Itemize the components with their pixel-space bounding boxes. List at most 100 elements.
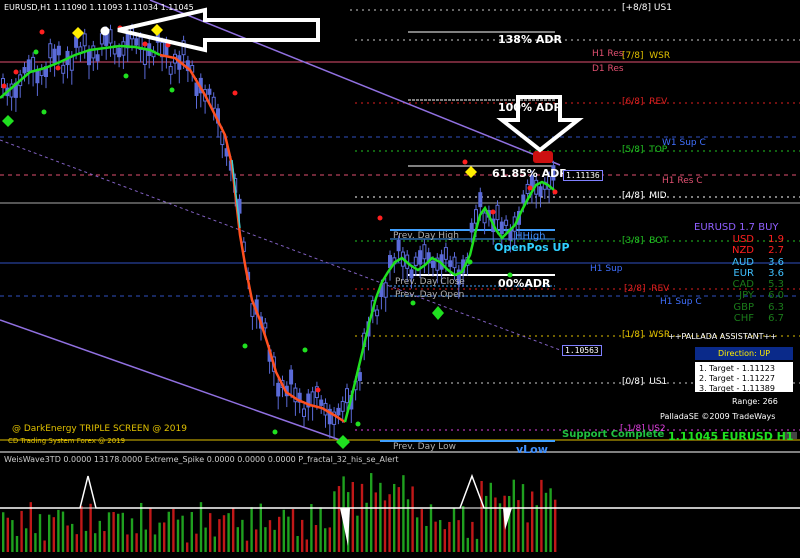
candle-body	[99, 33, 104, 45]
candle-body	[504, 219, 509, 226]
histogram-bar	[475, 538, 479, 552]
histogram-bar	[144, 529, 147, 552]
candle-body	[375, 309, 380, 317]
fractal-down-dot	[41, 109, 47, 115]
pallada-title: EURUSD 1.7 BUY	[694, 222, 779, 233]
target-item: 1. Target - 1.11123	[699, 364, 775, 373]
histogram-bar	[480, 481, 483, 552]
d1-res-label: D1 Res	[592, 64, 624, 74]
currency-name: JPY	[739, 290, 754, 302]
target-item: 2. Target - 1.11227	[699, 374, 775, 383]
candle-body	[499, 221, 504, 235]
histogram-bar	[360, 483, 364, 552]
histogram-bar	[209, 513, 212, 552]
histogram-bar	[121, 512, 124, 552]
histogram-bar	[328, 527, 331, 552]
ma-line-green-2	[343, 180, 555, 423]
histogram-bar	[402, 475, 405, 552]
candle-body	[134, 38, 139, 46]
histogram-bar	[186, 542, 189, 552]
ohlc-values: 1.11090 1.11093 1.11034 1.11045	[53, 3, 194, 12]
prev-day-open-label: Prev. Day Open	[395, 290, 465, 300]
candle-body	[443, 247, 448, 260]
candle-body	[448, 260, 453, 267]
histogram-bar	[20, 510, 23, 552]
histogram-bar	[457, 520, 460, 552]
murrey-lines	[0, 9, 800, 441]
pallada-assistant: ++PALLADA ASSISTANT++	[668, 332, 777, 341]
candle-body	[289, 369, 294, 385]
price-symbol-big: 1.11045 EURUSD H1	[668, 430, 794, 443]
histogram-bar	[15, 535, 19, 552]
candle-body	[263, 322, 268, 329]
histogram-bar	[80, 505, 83, 552]
fractal-up-dot	[527, 185, 533, 191]
candle-body	[474, 209, 478, 224]
candle-body	[357, 372, 362, 381]
targets-list: 1. Target - 1.11123 2. Target - 1.11227 3.…	[695, 362, 793, 396]
histogram-bar	[291, 509, 295, 552]
histogram-bar	[406, 499, 410, 552]
histogram-bar	[190, 512, 193, 552]
range-label: Range: 266	[732, 397, 778, 406]
histogram-bar	[43, 540, 46, 552]
currency-row: JPY 6.0	[718, 290, 784, 301]
histogram-bar	[2, 512, 5, 552]
currency-value: 6.7	[768, 313, 784, 325]
dark-energy-label: @ DarkEnergy TRIPLE SCREEN @ 2019	[12, 424, 187, 434]
candle-body	[310, 391, 315, 407]
targets-box: 1. Target - 1.11123 2. Target - 1.11227 3.…	[695, 362, 793, 393]
prev-day-close-label: Prev. Day Close	[395, 277, 465, 287]
candle-body	[469, 222, 474, 233]
histogram-bar	[255, 529, 258, 552]
histogram-bar	[512, 479, 515, 552]
candle-body	[87, 49, 91, 66]
histogram-bar	[420, 509, 423, 552]
histogram-bar	[204, 527, 207, 552]
histogram-bar	[319, 507, 322, 552]
histogram-bar	[89, 503, 92, 552]
histogram-bar	[508, 495, 511, 552]
candle-body	[142, 49, 147, 65]
candle-body	[56, 45, 61, 56]
murrey-level-label: [2/8] REV	[624, 284, 670, 294]
candle-body	[452, 256, 457, 269]
histogram-bar	[531, 491, 534, 552]
ma-line-orange	[159, 53, 346, 424]
murrey-level-label: [1/8] WSR	[622, 330, 671, 340]
candle-body	[302, 408, 306, 417]
histogram-bar	[6, 517, 9, 552]
histogram-bar	[66, 525, 69, 552]
fractal-up-dot	[1, 83, 7, 89]
histogram-bar	[278, 516, 281, 552]
histogram-bar	[324, 528, 327, 552]
histogram-bar	[98, 520, 101, 552]
candle-body	[52, 48, 57, 64]
histogram-bar	[163, 522, 166, 552]
candle-body	[478, 192, 483, 208]
histogram-bar	[489, 482, 492, 552]
currency-name: AUD	[732, 256, 754, 268]
candle-body	[207, 88, 212, 95]
histogram-bar	[540, 479, 543, 552]
histogram-bar	[301, 519, 304, 552]
candle-body	[413, 256, 418, 266]
histogram-bar	[356, 515, 359, 552]
candle-body	[91, 45, 96, 59]
histogram-bar	[52, 517, 55, 552]
histogram-bar	[38, 514, 42, 552]
w1-sup-label: W1 Sup C	[662, 138, 706, 148]
copyright-label: PalladaSE ©2009 TradeWays	[660, 412, 776, 421]
fractal-down-dot	[355, 421, 361, 427]
murrey-level-label: [6/8] REV	[622, 97, 668, 107]
prev-day-low-label: Prev. Day Low	[393, 442, 457, 452]
histogram-bar	[305, 539, 308, 552]
h1-sup-c-label: H1 Sup C	[660, 297, 702, 307]
histogram-bar	[140, 502, 143, 552]
h1-sup-label: H1 Sup	[590, 264, 623, 274]
histogram-bar	[236, 527, 239, 552]
fractal-down-dot	[123, 73, 129, 79]
candle-body	[121, 41, 126, 56]
subwindow-header: WeisWave3TD 0.0000 13178.0000 Extreme_Sp…	[4, 455, 399, 464]
support-complete-label: Support Complete	[562, 429, 665, 440]
